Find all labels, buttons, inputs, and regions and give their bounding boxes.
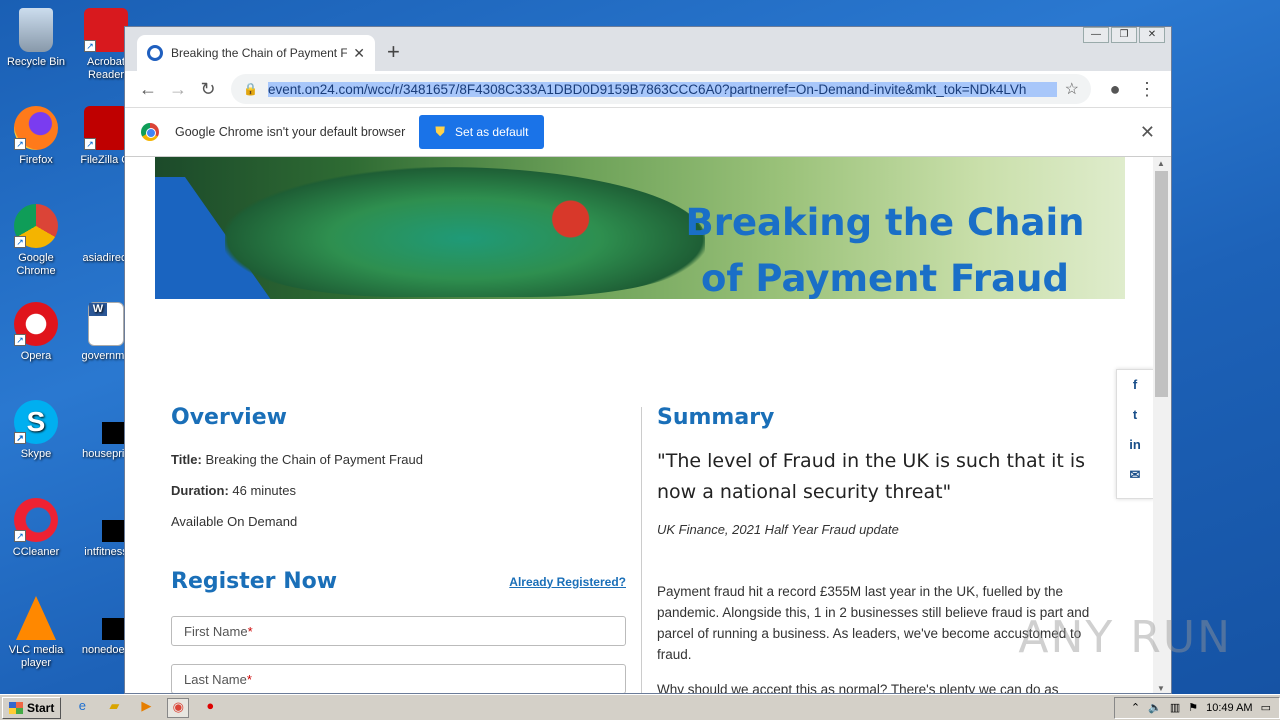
tab-active[interactable]: Breaking the Chain of Payment Frau ✕ xyxy=(137,35,375,71)
availability-detail: Available On Demand xyxy=(171,514,298,529)
browser-window: Breaking the Chain of Payment Frau ✕ + —… xyxy=(124,26,1172,694)
ie-icon[interactable]: e xyxy=(71,698,93,718)
summary-paragraph: Why should we accept this as normal? The… xyxy=(657,682,1059,694)
anyrun-watermark: ANY RUN xyxy=(1018,612,1232,663)
acrobat-icon: ↗ xyxy=(84,8,128,52)
facebook-icon[interactable]: f xyxy=(1117,370,1153,400)
already-registered-link[interactable]: Already Registered? xyxy=(509,575,626,589)
taskbar: Start e ▰ ▶ ◉ ● ⌃ 🔈 ▥ ⚑ 10:49 AM ▭ xyxy=(0,694,1280,720)
tab-title: Breaking the Chain of Payment Frau xyxy=(171,46,348,60)
explorer-folder-icon[interactable]: ▰ xyxy=(103,698,125,718)
recycle-bin-icon xyxy=(19,8,53,52)
opera-taskbar-icon[interactable]: ● xyxy=(199,698,221,718)
last-name-field[interactable]: Last Name * xyxy=(171,664,626,693)
opera-icon: ↗ xyxy=(14,302,58,346)
desktop-icon-skype[interactable]: S ↗ Skype xyxy=(0,400,72,461)
lock-icon[interactable]: 🔒 xyxy=(243,82,258,96)
title-detail: Title: Breaking the Chain of Payment Fra… xyxy=(171,452,423,467)
start-button[interactable]: Start xyxy=(2,696,62,719)
desktop-icon-chrome[interactable]: ↗ Google Chrome xyxy=(0,204,72,278)
linkedin-icon[interactable]: in xyxy=(1117,430,1153,460)
window-controls: — ❐ ✕ xyxy=(1081,27,1165,43)
windows-flag-icon xyxy=(9,701,23,714)
summary-heading: Summary xyxy=(657,405,775,430)
first-name-field[interactable]: First Name * xyxy=(171,616,626,646)
forward-icon[interactable]: → xyxy=(163,79,193,100)
file-icon xyxy=(84,204,128,248)
set-as-default-button[interactable]: ⛊ Set as default xyxy=(419,115,545,149)
menu-kebab-icon[interactable]: ⋮ xyxy=(1131,79,1163,100)
word-icon: W xyxy=(88,302,124,346)
twitter-icon[interactable]: t xyxy=(1117,400,1153,430)
black-file-icon xyxy=(84,498,142,542)
register-header: Register Now Already Registered? xyxy=(171,569,626,594)
share-bar: f t in ✉ xyxy=(1116,369,1154,499)
email-icon[interactable]: ✉ xyxy=(1117,460,1153,490)
desktop-icon-opera[interactable]: ↗ Opera xyxy=(0,302,72,363)
summary-quote: "The level of Fraud in the UK is such th… xyxy=(657,450,1086,503)
register-heading: Register Now xyxy=(171,569,338,594)
new-tab-button[interactable]: + xyxy=(387,39,400,65)
overview-heading: Overview xyxy=(171,405,287,430)
tray-expand-icon[interactable]: ⌃ xyxy=(1131,701,1140,714)
chrome-icon: ↗ xyxy=(14,204,58,248)
profile-icon[interactable]: ● xyxy=(1099,79,1131,100)
back-icon[interactable]: ← xyxy=(133,79,163,100)
scroll-down-icon[interactable]: ▼ xyxy=(1157,684,1165,693)
infobar-close-icon[interactable]: ✕ xyxy=(1140,122,1155,143)
page-content: Breaking the Chain of Payment Fraud Over… xyxy=(125,157,1155,694)
flag-icon[interactable]: ⚑ xyxy=(1188,701,1198,714)
black-file-icon xyxy=(84,400,142,444)
clock[interactable]: 10:49 AM xyxy=(1206,702,1252,714)
show-desktop-icon[interactable]: ▭ xyxy=(1261,701,1271,714)
desktop-icon-recycle-bin[interactable]: Recycle Bin xyxy=(0,8,72,69)
ccleaner-icon: ↗ xyxy=(14,498,58,542)
default-browser-infobar: Google Chrome isn't your default browser… xyxy=(125,107,1171,157)
reload-icon[interactable]: ↻ xyxy=(193,79,223,100)
system-tray: ⌃ 🔈 ▥ ⚑ 10:49 AM ▭ xyxy=(1113,696,1280,719)
desktop-icon-firefox[interactable]: ↗ Firefox xyxy=(0,106,72,167)
desktop-icon-ccleaner[interactable]: ↗ CCleaner xyxy=(0,498,72,559)
filezilla-icon: ↗ xyxy=(84,106,128,150)
quote-source: UK Finance, 2021 Half Year Fraud update xyxy=(657,522,899,537)
volume-icon[interactable]: 🔈 xyxy=(1148,701,1162,714)
chrome-logo-icon xyxy=(141,123,159,141)
minimize-button[interactable]: — xyxy=(1083,27,1109,43)
vlc-icon xyxy=(16,596,56,640)
network-icon[interactable]: ▥ xyxy=(1170,701,1180,714)
infobar-message: Google Chrome isn't your default browser xyxy=(175,125,406,139)
scroll-thumb[interactable] xyxy=(1155,171,1168,397)
desktop-icon-vlc[interactable]: VLC media player xyxy=(0,596,72,670)
bookmark-star-icon[interactable]: ☆ xyxy=(1065,79,1079,99)
column-divider xyxy=(641,407,642,693)
media-player-icon[interactable]: ▶ xyxy=(135,698,157,718)
skype-icon: S ↗ xyxy=(14,400,58,444)
overview-section: Overview Title: Breaking the Chain of Pa… xyxy=(171,405,626,693)
close-window-button[interactable]: ✕ xyxy=(1139,27,1165,43)
tab-bar: Breaking the Chain of Payment Frau ✕ + —… xyxy=(125,27,1171,71)
nav-bar: ← → ↻ 🔒 event.on24.com/wcc/r/3481657/8F4… xyxy=(125,71,1171,107)
duration-detail: Duration: 46 minutes xyxy=(171,483,296,498)
url-text[interactable]: event.on24.com/wcc/r/3481657/8F4308C333A… xyxy=(267,81,1057,97)
chameleon-image xyxy=(225,167,705,297)
chrome-taskbar-icon[interactable]: ◉ xyxy=(167,697,190,718)
tab-close-icon[interactable]: ✕ xyxy=(353,45,365,62)
address-bar[interactable]: 🔒 event.on24.com/wcc/r/3481657/8F4308C33… xyxy=(231,74,1091,104)
event-banner: Breaking the Chain of Payment Fraud xyxy=(155,157,1125,299)
on24-favicon-icon xyxy=(147,45,163,61)
shield-icon: ⛊ xyxy=(435,124,446,139)
banner-title: Breaking the Chain of Payment Fraud xyxy=(685,201,1085,299)
restore-button[interactable]: ❐ xyxy=(1111,27,1137,43)
scroll-up-icon[interactable]: ▲ xyxy=(1157,159,1165,168)
black-file-icon xyxy=(84,596,142,640)
firefox-icon: ↗ xyxy=(14,106,58,150)
